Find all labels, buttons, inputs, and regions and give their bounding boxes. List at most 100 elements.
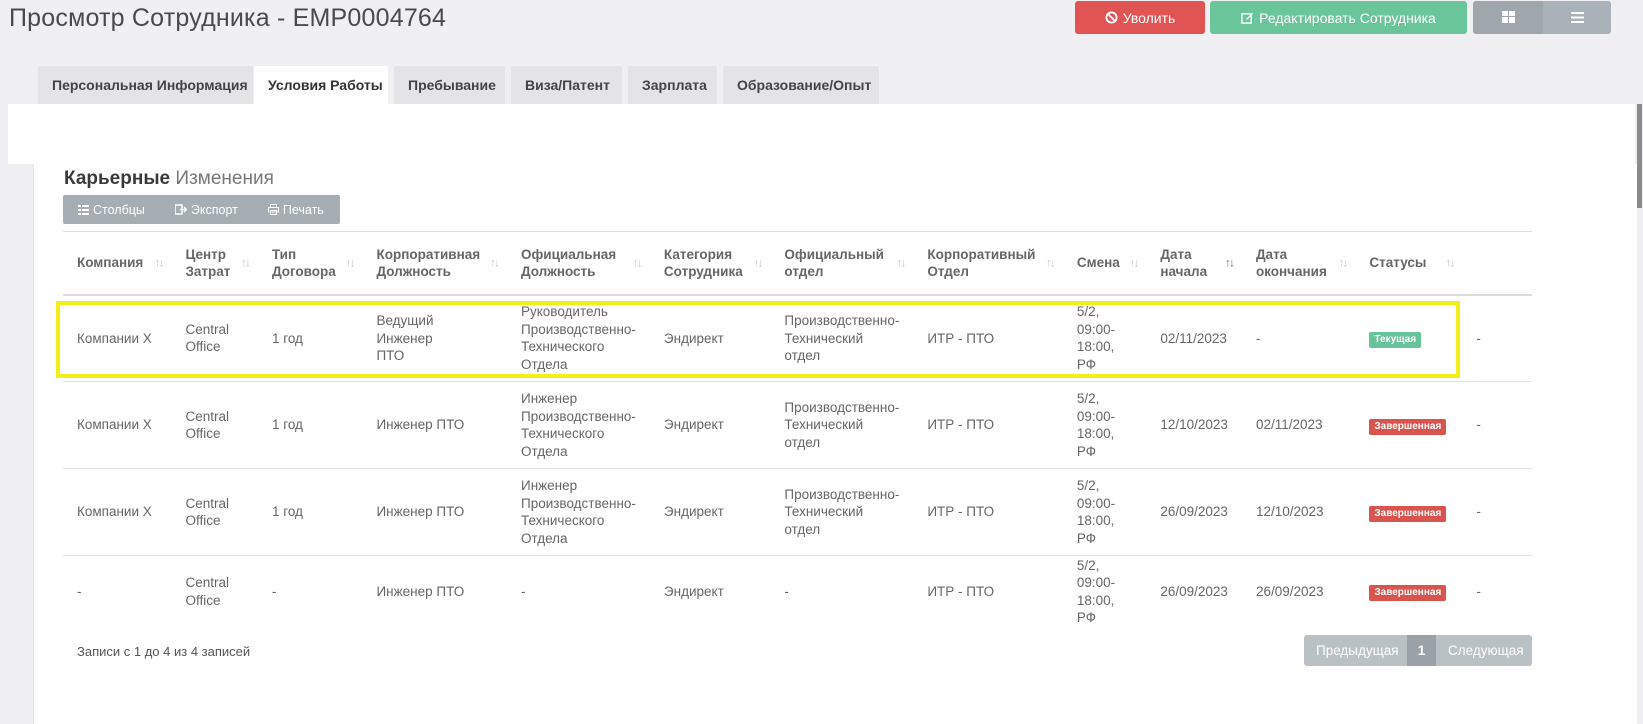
tab-work-conditions[interactable]: Условия Работы (254, 66, 388, 104)
print-button-label: Печать (282, 202, 324, 217)
table-body: Компании Х Central Office 1 год Ведущий Инже… (63, 294, 1532, 628)
cell-start-date: 12/10/2023 (1146, 381, 1242, 469)
prev-page-button[interactable]: Предыдущая (1304, 635, 1407, 666)
column-header-corp-dept[interactable]: Корпоративный Отдел ↑↓ (913, 231, 1063, 296)
cell-cost-center: Central Office (171, 468, 258, 556)
next-page-button[interactable]: Следующая (1436, 635, 1532, 666)
print-icon (267, 204, 279, 215)
sort-icon: ↑↓ (1129, 255, 1139, 270)
cell-cost-center: Central Office (171, 381, 258, 469)
cell-official-dept: Производственно- Технический отдел (770, 294, 914, 382)
grid-view-button[interactable] (1473, 1, 1543, 34)
tab-stay[interactable]: Пребывание (394, 66, 505, 104)
table-row: Компании Х Central Office 1 год Инженер ПТО И… (63, 381, 1532, 469)
cell-official-position: - (520, 584, 526, 599)
cell-category: Эндирект (649, 294, 771, 382)
tab-personal-info[interactable]: Персональная Информация (38, 66, 253, 104)
sort-icon: ↑↓ (489, 255, 500, 270)
tab-visa-patent[interactable]: Виза/Патент (511, 66, 622, 104)
columns-button[interactable]: Столбцы (78, 203, 145, 217)
list-view-button[interactable] (1543, 1, 1611, 34)
dismiss-button[interactable]: Уволить (1075, 1, 1205, 34)
cell-company: Компании Х (63, 381, 172, 469)
ban-icon (1105, 11, 1118, 24)
cell-end-date: - (1241, 294, 1356, 382)
cell-official-position: Инженер Производственно- Технического Отдел… (506, 381, 650, 469)
dismiss-button-label: Уволить (1122, 9, 1176, 26)
table-row: - Central Office - Инженер ПТО - Эндирект - ИТР … (63, 556, 1532, 628)
table-row: Компании Х Central Office 1 год Ведущий Инже… (63, 294, 1532, 382)
cell-company: - (77, 584, 82, 599)
table-header-row: Компания ↑↓ Центр Затрат ↑↓ Тип Договора ↑↓ К… (63, 231, 1532, 296)
export-icon (174, 204, 187, 215)
column-header-employee-category[interactable]: Категория Сотрудника ↑↓ (649, 231, 771, 296)
section-title-light: Изменения (175, 168, 274, 189)
cell-end-date: 02/11/2023 (1241, 381, 1356, 469)
page-title: Просмотр Сотрудника - EMP0004764 (9, 4, 447, 32)
cell-contract-type: - (271, 584, 277, 599)
cell-start-date: 26/09/2023 (1160, 584, 1228, 599)
cell-official-dept: Производственно- Технический отдел (770, 381, 914, 469)
cell-end-date: 12/10/2023 (1241, 468, 1356, 556)
column-header-start-date[interactable]: Дата начала ↑↓ (1146, 231, 1242, 296)
status-badge: Текущая (1369, 331, 1422, 348)
column-header-corp-position[interactable]: Корпоративная Должность ↑↓ (362, 231, 507, 296)
page-1-button[interactable]: 1 (1407, 635, 1436, 666)
print-button[interactable]: Печать (267, 202, 324, 217)
cell-status: Завершенная (1355, 468, 1463, 556)
cell-contract-type: 1 год (257, 381, 363, 469)
status-badge: Завершенная (1369, 585, 1447, 602)
scrollbar[interactable] (1637, 104, 1642, 208)
career-changes-panel: Карьерные Изменения Столбцы Экспорт Печа… (33, 164, 1637, 724)
sort-icon: ↑↓ (240, 255, 251, 270)
table-toolbar: Столбцы Экспорт Печать (63, 195, 340, 224)
cell-extra: - (1462, 381, 1532, 469)
export-button-label: Экспорт (190, 202, 238, 217)
column-header-official-position[interactable]: Официальная Должность ↑↓ (506, 231, 650, 296)
cell-shift: 5/2, 09:00- 18:00, РФ (1062, 294, 1147, 382)
cell-shift: 5/2, 09:00- 18:00, РФ (1062, 381, 1147, 469)
cell-extra: - (1476, 584, 1481, 599)
sort-icon: ↑↓ (1338, 255, 1348, 270)
columns-button-label: Столбцы (93, 202, 145, 217)
cell-corp-dept: ИТР - ПТО (913, 381, 1063, 469)
cell-contract-type: 1 год (257, 468, 363, 556)
cell-shift: 5/2, 09:00- 18:00, РФ (1076, 557, 1116, 626)
cell-corp-position: Инженер ПТО (362, 381, 507, 469)
column-header-contract-type[interactable]: Тип Договора ↑↓ (257, 231, 363, 296)
cell-category: Эндирект (663, 584, 724, 599)
column-header-shift[interactable]: Смена ↑↓ (1062, 231, 1147, 296)
cell-start-date: 26/09/2023 (1146, 468, 1242, 556)
cell-corp-position: Инженер ПТО (362, 468, 507, 556)
column-header-status[interactable]: Статусы ↑↓ (1355, 231, 1463, 296)
tab-content-top (8, 104, 1642, 208)
cell-extra: - (1462, 468, 1532, 556)
tab-salary[interactable]: Зарплата (628, 66, 717, 104)
column-header-official-dept[interactable]: Официальный отдел ↑↓ (770, 231, 914, 296)
cell-corp-position: Ведущий Инженер ПТО (362, 294, 507, 382)
cell-status: Завершенная (1355, 556, 1462, 628)
column-header-extra (1462, 231, 1532, 296)
column-header-end-date[interactable]: Дата окончания ↑↓ (1241, 231, 1356, 296)
section-title-bold: Карьерные (64, 168, 171, 189)
list-icon (1570, 10, 1584, 26)
status-badge: Завершенная (1369, 505, 1447, 522)
cell-start-date: 02/11/2023 (1146, 294, 1242, 382)
sort-icon: ↑↓ (1445, 255, 1455, 270)
career-changes-table: Компания ↑↓ Центр Затрат ↑↓ Тип Договора ↑↓ К… (63, 231, 1532, 628)
tab-education-experience[interactable]: Образование/Опыт (723, 66, 879, 104)
sort-icon: ↑↓ (345, 255, 355, 270)
cell-official-dept: Производственно- Технический отдел (770, 468, 914, 556)
cell-cost-center: Central Office (171, 294, 258, 382)
cell-company: Компании Х (63, 468, 172, 556)
cell-official-position: Инженер Производственно- Технического Отдел… (506, 468, 650, 556)
cell-end-date: 26/09/2023 (1255, 584, 1324, 599)
edit-employee-button[interactable]: Редактировать Сотрудника (1210, 1, 1467, 34)
records-info: Записи с 1 до 4 из 4 записей (77, 644, 251, 659)
cell-category: Эндирект (649, 381, 771, 469)
export-button[interactable]: Экспорт (174, 202, 238, 217)
cell-corp-position: Инженер ПТО (376, 584, 465, 599)
column-header-cost-center[interactable]: Центр Затрат ↑↓ (171, 231, 258, 296)
column-header-company[interactable]: Компания ↑↓ (63, 231, 172, 296)
table-row: Компании Х Central Office 1 год Инженер ПТО И… (63, 468, 1532, 556)
